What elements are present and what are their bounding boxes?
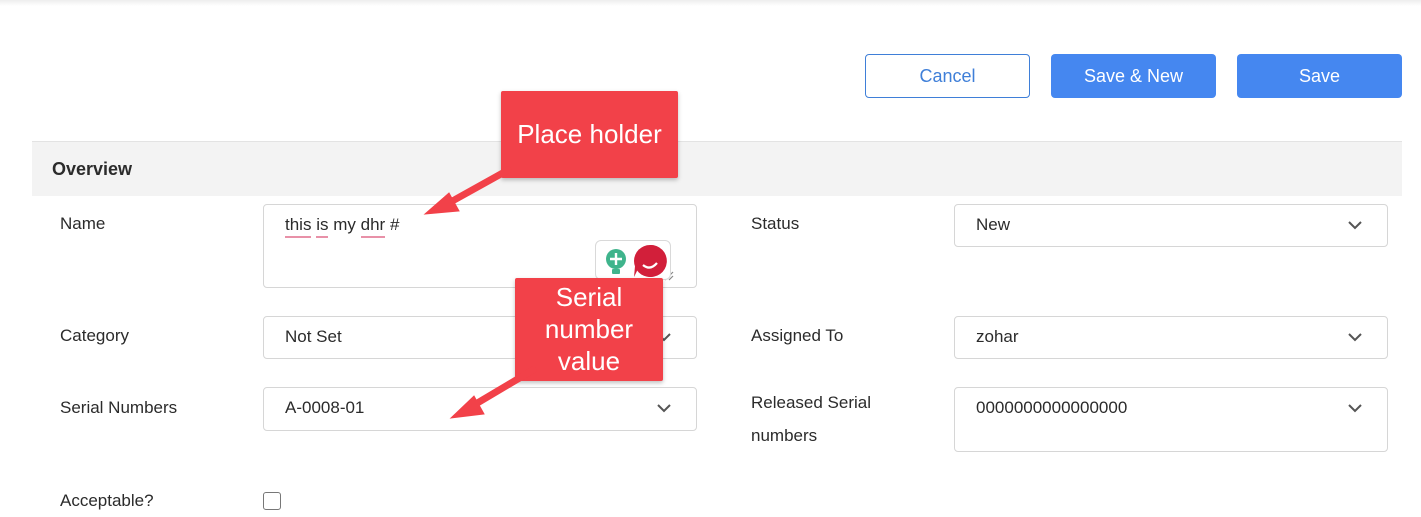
- released-serial-label-line1: Released Serial: [751, 393, 872, 412]
- name-label: Name: [60, 214, 106, 233]
- assigned-to-select[interactable]: zohar: [954, 316, 1388, 359]
- topbar-shadow: [0, 0, 1421, 6]
- save-and-new-button[interactable]: Save & New: [1051, 54, 1216, 98]
- category-label: Category: [60, 326, 129, 345]
- released-serial-label-line2: numbers: [751, 426, 818, 445]
- name-word: my: [333, 215, 356, 234]
- assigned-to-value: zohar: [976, 327, 1019, 346]
- serial-numbers-value: A-0008-01: [285, 398, 365, 417]
- chevron-down-icon[interactable]: [1347, 219, 1363, 231]
- serial-numbers-select[interactable]: A-0008-01: [263, 387, 697, 431]
- chevron-down-icon[interactable]: [1347, 402, 1363, 414]
- chevron-down-icon[interactable]: [656, 402, 672, 414]
- chevron-down-icon[interactable]: [1347, 331, 1363, 343]
- section-title: Overview: [52, 158, 133, 179]
- writing-assistant-widget[interactable]: [595, 240, 671, 280]
- assigned-to-label: Assigned To: [751, 326, 844, 345]
- serial-callout-line: value: [557, 346, 621, 376]
- name-word: this: [285, 215, 312, 238]
- category-value: Not Set: [285, 327, 342, 346]
- serial-callout-line: Serial: [555, 282, 623, 312]
- name-value: this is my dhr #: [285, 215, 400, 238]
- assistant-icon[interactable]: [634, 244, 667, 277]
- name-word: #: [389, 215, 400, 234]
- serial-numbers-label: Serial Numbers: [60, 398, 178, 417]
- released-serial-numbers-value: 0000000000000000: [976, 398, 1128, 417]
- acceptable-label: Acceptable?: [60, 491, 154, 510]
- save-button[interactable]: Save: [1237, 54, 1402, 98]
- status-label: Status: [751, 214, 800, 233]
- name-word: dhr: [360, 215, 386, 238]
- cancel-button[interactable]: Cancel: [865, 54, 1030, 98]
- acceptable-checkbox[interactable]: [263, 492, 281, 510]
- status-select[interactable]: New: [954, 204, 1388, 247]
- status-value: New: [976, 215, 1011, 234]
- name-word: is: [316, 215, 329, 238]
- serial-callout: Serial number value: [515, 278, 663, 381]
- placeholder-callout: Place holder: [501, 91, 678, 178]
- section-header-overview: Overview: [32, 141, 1402, 196]
- serial-callout-line: number: [544, 314, 634, 344]
- lightbulb-icon[interactable]: [606, 249, 626, 274]
- released-serial-numbers-select[interactable]: 0000000000000000: [954, 387, 1388, 452]
